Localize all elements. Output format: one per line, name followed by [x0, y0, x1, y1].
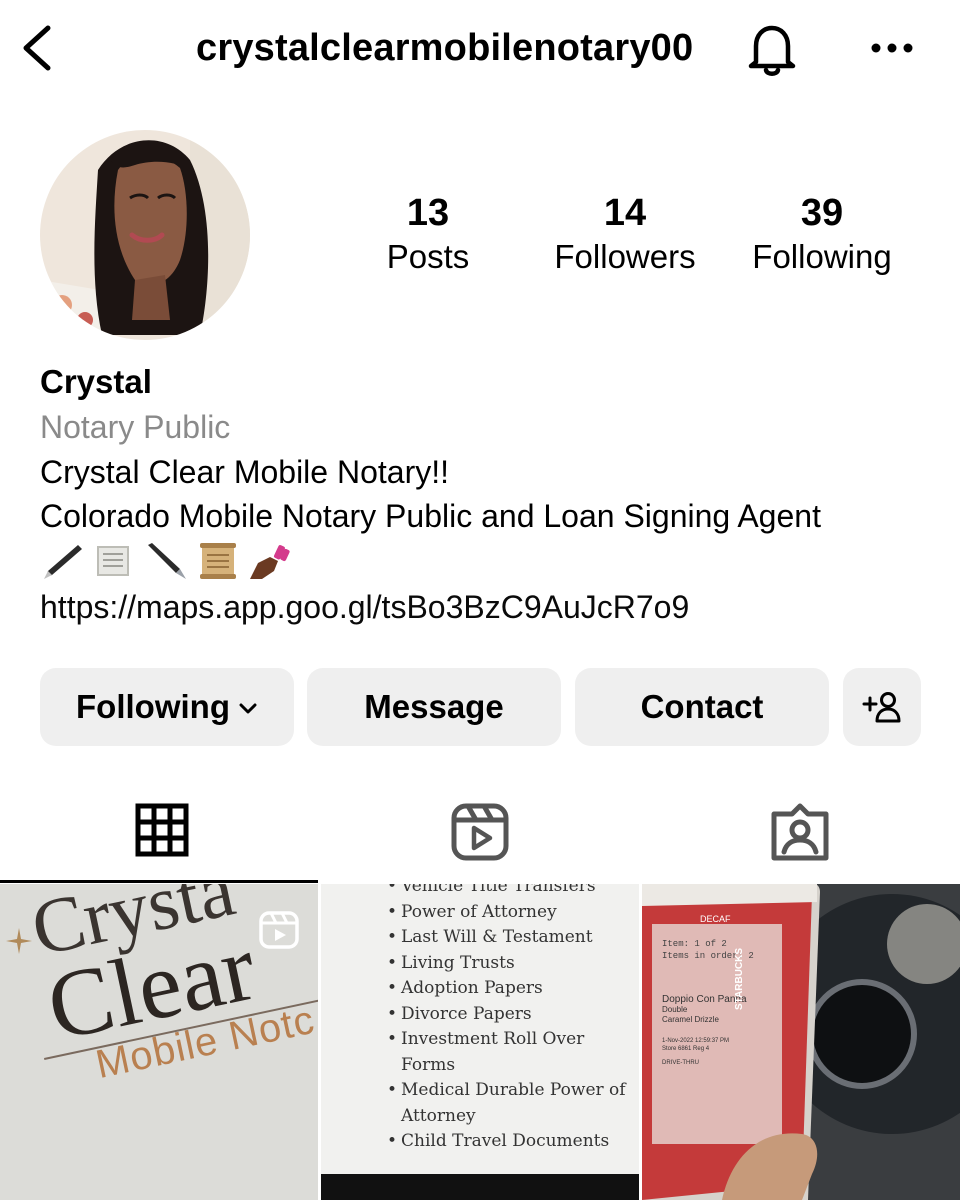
list-item: • Adoption Papers: [387, 978, 543, 998]
more-horizontal-icon[interactable]: [868, 28, 916, 68]
post-thumbnail-1[interactable]: Crysta Clear Mobile Notc: [0, 884, 318, 1200]
list-item: • Divorce Papers: [387, 1003, 532, 1024]
reels-icon[interactable]: [448, 800, 512, 864]
bell-icon[interactable]: [744, 20, 800, 78]
profile-avatar[interactable]: [40, 130, 250, 340]
cup-line-1: Item: 1 of 2: [662, 939, 727, 949]
contact-button-label: Contact: [640, 688, 764, 725]
list-item: • Investment Roll Over: [387, 1029, 585, 1049]
list-item: • Child Travel Documents: [387, 1131, 610, 1151]
cup-line-4: Double: [662, 1005, 688, 1014]
tagged-person-icon[interactable]: [768, 800, 832, 864]
list-item: • Vehicle Title Transfers: [387, 884, 596, 896]
top-bar: crystalclearmobilenotary00: [0, 0, 960, 100]
active-tab-indicator: [0, 880, 318, 883]
add-person-button[interactable]: [843, 668, 921, 746]
coffee-cup-photo: DECAF Item: 1 of 2 Items in order: 2 Dop…: [642, 884, 960, 1200]
chevron-left-icon[interactable]: [18, 22, 58, 74]
following-label: Following: [752, 238, 892, 275]
cup-side-text: STARBUCKS: [734, 948, 745, 1010]
post-thumbnail-3[interactable]: DECAF Item: 1 of 2 Items in order: 2 Dop…: [642, 884, 960, 1200]
bio-emoji-row: [40, 538, 940, 584]
list-item: • Last Will & Testament: [387, 927, 593, 947]
cup-line-7: Store 6861 Reg 4: [662, 1046, 710, 1052]
sparkle-icon: [6, 928, 32, 954]
followers-count: 14: [603, 192, 647, 234]
post-thumbnail-2[interactable]: • Vehicle Title Transfers • Power of Attor…: [321, 884, 639, 1200]
list-item: • Power of Attorney: [387, 901, 557, 922]
cup-line-6: 1-Nov-2022 12:59:37 PM: [662, 1038, 729, 1044]
pen-emoji-icon: [44, 545, 82, 579]
scroll-emoji-icon: [200, 543, 236, 579]
reels-badge-icon: [259, 911, 299, 949]
following-button[interactable]: Following: [40, 668, 294, 746]
post2-bottom-bar: [321, 1174, 639, 1200]
posts-count: 13: [406, 192, 450, 234]
list-item: • Medical Durable Power of: [387, 1080, 626, 1100]
posts-label: Posts: [386, 238, 470, 275]
following-count: 39: [800, 192, 844, 234]
stat-followers[interactable]: 14 Followers: [525, 190, 725, 278]
profile-category: Notary Public: [40, 409, 231, 445]
list-item-continued: Forms: [401, 1054, 456, 1075]
bio-line-2: Colorado Mobile Notary Public and Loan S…: [40, 498, 821, 534]
profile-bio: Crystal Notary Public Crystal Clear Mobi…: [40, 360, 940, 630]
cup-line-8: DRIVE-THRU: [662, 1060, 699, 1066]
message-button[interactable]: Message: [307, 668, 561, 746]
scroll-page-emoji-icon: [97, 546, 129, 576]
fountain-pen-emoji-icon: [148, 543, 186, 579]
nail-polish-emoji-icon: [250, 545, 290, 579]
chevron-down-icon: [239, 703, 257, 714]
cup-label-top: DECAF: [700, 914, 731, 924]
list-item: • Living Trusts: [387, 952, 515, 973]
followers-label: Followers: [554, 238, 696, 275]
profile-name: Crystal: [40, 363, 152, 400]
contact-button[interactable]: Contact: [575, 668, 829, 746]
following-button-label: Following: [76, 688, 230, 725]
bio-link[interactable]: https://maps.app.goo.gl/tsBo3BzC9AuJcR7o…: [40, 584, 940, 630]
bio-line-1: Crystal Clear Mobile Notary!!: [40, 454, 449, 490]
profile-username: crystalclearmobilenotary00: [196, 27, 694, 69]
message-button-label: Message: [364, 688, 504, 725]
add-person-icon: [862, 692, 901, 723]
grid-icon[interactable]: [132, 800, 196, 864]
stat-posts[interactable]: 13 Posts: [328, 190, 528, 278]
list-item-continued: Attorney: [401, 1105, 476, 1126]
stat-following[interactable]: 39 Following: [722, 190, 922, 278]
cup-line-5: Caramel Drizzle: [662, 1015, 719, 1024]
services-list: • Vehicle Title Transfers • Power of Attor…: [387, 884, 626, 1155]
